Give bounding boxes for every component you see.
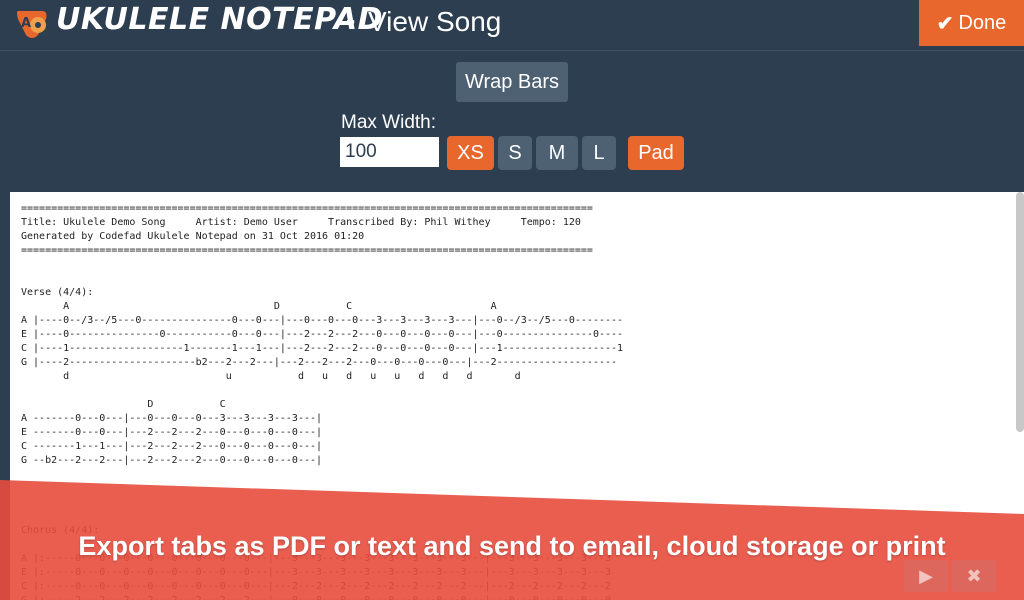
tab-line xyxy=(21,272,623,286)
play-icon: ▶ xyxy=(919,565,933,586)
tab-line: C -------1---1---|---2---2---2---0---0--… xyxy=(21,441,323,452)
tab-line: A |----0--/3--/5---0---------------0---0… xyxy=(21,315,624,326)
pad-button[interactable]: Pad xyxy=(628,136,684,170)
tab-line: A D C A xyxy=(21,301,497,312)
tab-line: D C xyxy=(21,399,226,410)
svg-text:A: A xyxy=(21,16,31,31)
tab-line: Verse (4/4): xyxy=(21,287,94,298)
tab-line: d u d u d u u d d d d xyxy=(21,371,521,382)
done-button-label: Done xyxy=(958,11,1007,34)
tab-line: C |----1-------------------1-------1---1… xyxy=(21,343,624,354)
tab-line: E |----0---------------0-----------0---0… xyxy=(21,329,624,340)
max-width-label: Max Width: xyxy=(341,112,437,133)
wrap-bars-button[interactable]: Wrap Bars xyxy=(456,62,568,102)
page-title: View Song xyxy=(368,6,502,37)
done-button[interactable]: ✔ Done xyxy=(919,0,1024,46)
scrollbar[interactable] xyxy=(1016,192,1024,432)
size-s-button[interactable]: S xyxy=(498,136,532,170)
tab-line: Generated by Codefad Ukulele Notepad on … xyxy=(21,231,365,242)
promo-text: Export tabs as PDF or text and send to e… xyxy=(78,531,946,561)
tab-line: ========================================… xyxy=(21,245,593,256)
tab-line: G --b2---2---2---|---2---2---2---0---0--… xyxy=(21,455,323,466)
tab-line xyxy=(21,258,623,272)
tab-line: E -------0---0---|---2---2---2---0---0--… xyxy=(21,427,323,438)
tab-line xyxy=(21,384,623,398)
title-separator: - xyxy=(346,4,356,35)
size-m-button[interactable]: M xyxy=(536,136,578,170)
tab-line: Title: Ukulele Demo Song Artist: Demo Us… xyxy=(21,217,581,228)
close-icon: ✖ xyxy=(966,565,982,586)
tab-line: G |----2---------------------b2---2---2-… xyxy=(21,357,618,368)
max-width-input[interactable] xyxy=(340,137,439,167)
ukulele-logo-icon: A xyxy=(17,11,47,38)
tab-line: A -------0---0---|---0---0---0---3---3--… xyxy=(21,413,323,424)
check-icon: ✔ xyxy=(936,12,954,35)
tab-line: ========================================… xyxy=(21,203,593,214)
play-button[interactable]: ▶ xyxy=(904,560,948,592)
size-l-button[interactable]: L xyxy=(582,136,616,170)
tab-line xyxy=(21,468,623,482)
app-title: Ukulele Notepad xyxy=(56,2,383,37)
stop-button[interactable]: ✖ xyxy=(952,560,996,592)
top-bar: A Ukulele Notepad - View Song ✔ Done xyxy=(0,0,1024,51)
size-xs-button[interactable]: XS xyxy=(447,136,494,170)
